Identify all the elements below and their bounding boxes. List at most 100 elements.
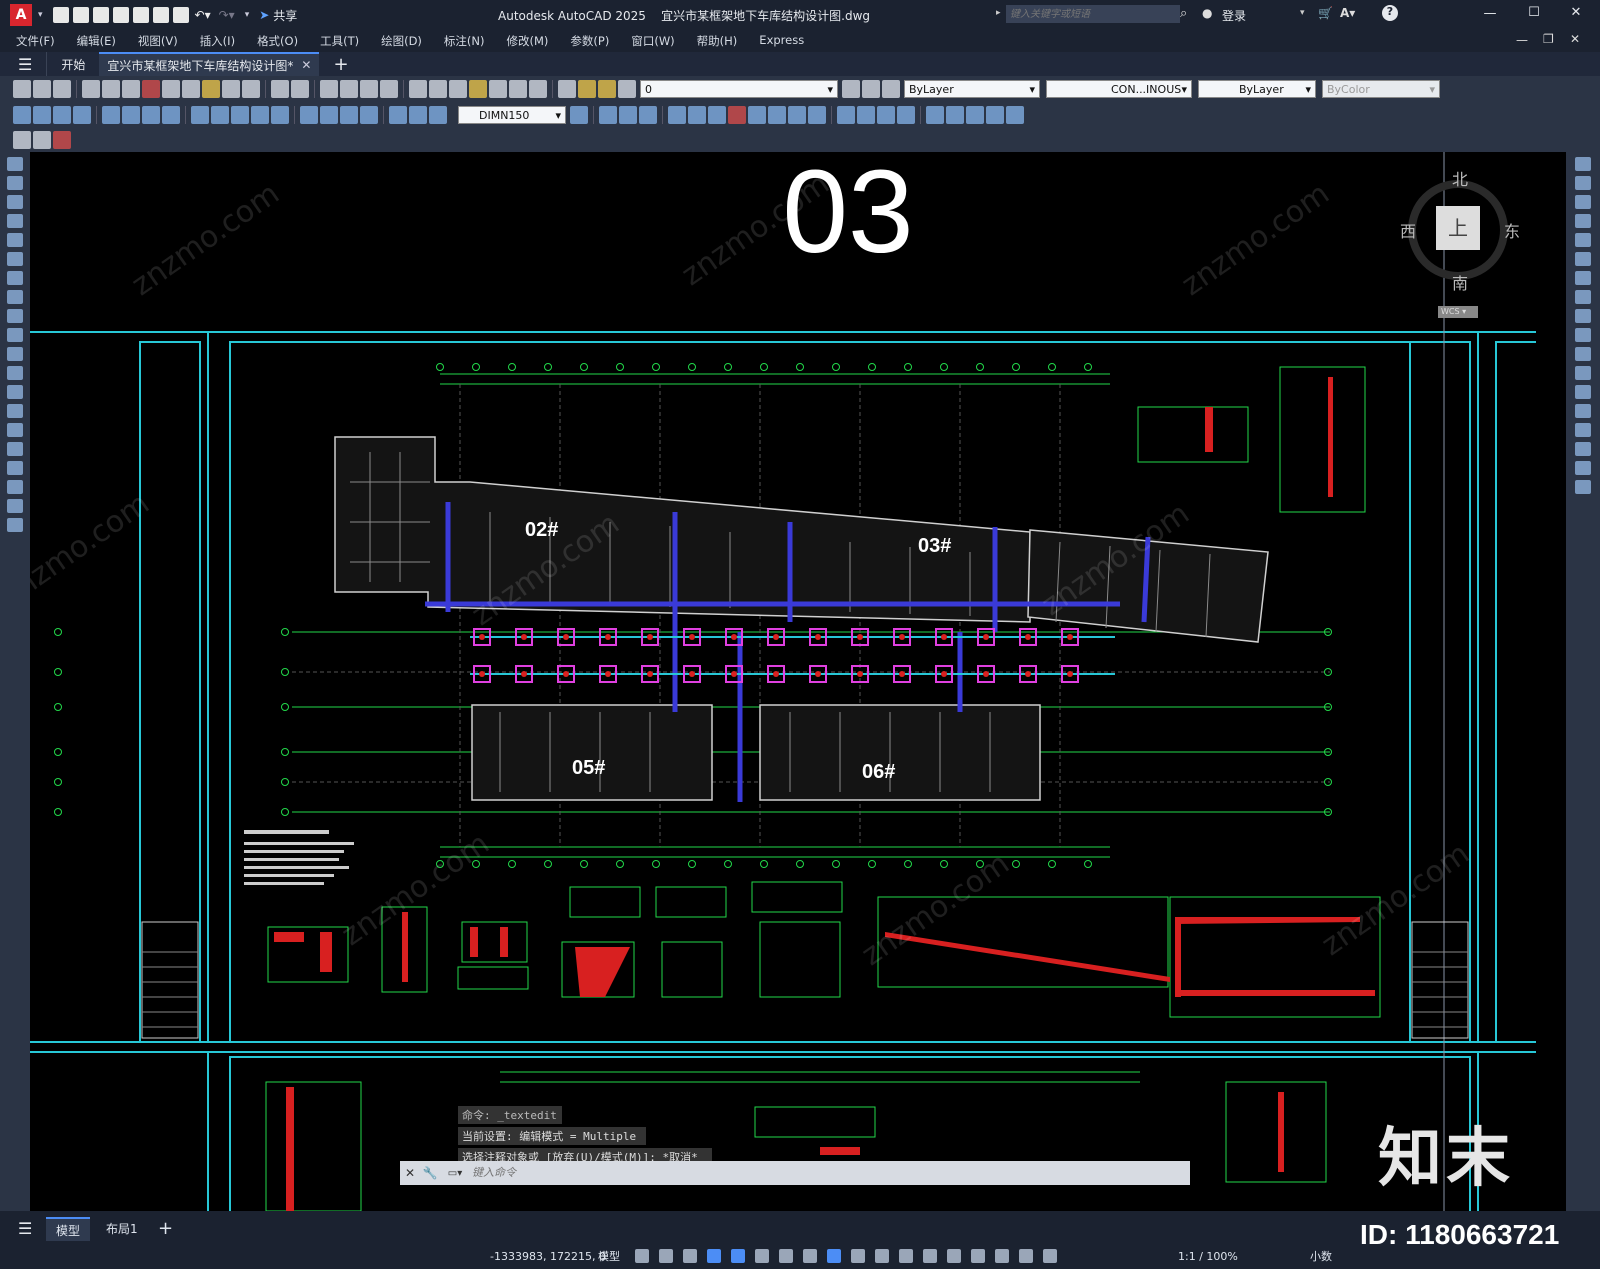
annotation-visibility-toggle-icon[interactable] (1019, 1249, 1033, 1263)
plotstyle-dropdown[interactable]: ByColor ▾ (1322, 80, 1440, 98)
help-tool-icon[interactable] (529, 80, 547, 98)
dim-style-icon[interactable] (570, 106, 588, 124)
hamburger-menu-icon[interactable]: ☰ (18, 55, 32, 74)
command-close-icon[interactable]: ✕ (400, 1166, 420, 1180)
tolerance-icon[interactable] (300, 106, 318, 124)
menu-item[interactable]: 绘图(D) (381, 33, 422, 49)
gizmo-toggle-icon[interactable] (995, 1249, 1009, 1263)
auto-scale-toggle-icon[interactable] (1043, 1249, 1057, 1263)
arc-tool-icon[interactable] (7, 252, 23, 266)
modify-break-icon[interactable] (837, 106, 855, 124)
menu-item[interactable]: 插入(I) (200, 33, 235, 49)
modify-hatch-icon[interactable] (986, 106, 1004, 124)
quick-dim-icon[interactable] (191, 106, 209, 124)
ray-tool-icon[interactable] (7, 176, 23, 190)
modify-copy-icon[interactable] (619, 106, 637, 124)
grid-toggle-icon[interactable] (635, 1249, 649, 1263)
rotate-tool-icon[interactable] (1575, 271, 1591, 285)
dim-angular-icon[interactable] (162, 106, 180, 124)
dim-diameter-icon[interactable] (142, 106, 160, 124)
qnew-icon[interactable] (13, 80, 31, 98)
new-tab-button[interactable]: + (333, 54, 348, 75)
wcs-button[interactable]: WCS ▾ (1438, 306, 1478, 318)
coordinates-readout[interactable]: -1333983, 172215, 0 (490, 1250, 606, 1263)
new-file-icon[interactable] (52, 7, 69, 23)
pdf-export-icon[interactable] (142, 80, 160, 98)
spline-tool-icon[interactable] (7, 309, 23, 323)
plot-icon[interactable] (172, 7, 189, 23)
menu-item[interactable]: 帮助(H) (697, 33, 738, 49)
isodraft-toggle-icon[interactable] (779, 1249, 793, 1263)
dim-space-icon[interactable] (251, 106, 269, 124)
autodesk-app-icon[interactable]: A▾ (1340, 6, 1355, 20)
insert-block-tool-icon[interactable] (7, 366, 23, 380)
redo-tool-icon[interactable] (291, 80, 309, 98)
dim-linear-icon[interactable] (13, 106, 31, 124)
chamfer-tool-icon[interactable] (1575, 423, 1591, 437)
insert-block-icon[interactable] (13, 131, 31, 149)
stretch-tool-icon[interactable] (1575, 309, 1591, 323)
dim-baseline-icon[interactable] (211, 106, 229, 124)
match-prop-icon[interactable] (222, 80, 240, 98)
line-tool-icon[interactable] (7, 157, 23, 171)
save-as-icon[interactable] (112, 7, 129, 23)
cut-icon[interactable] (162, 80, 180, 98)
doc-restore-button[interactable]: ❐ (1543, 32, 1554, 46)
markup-icon[interactable] (489, 80, 507, 98)
tab-active-drawing[interactable]: 宜兴市某框架地下车库结构设计图* ✕ (99, 52, 320, 76)
modify-offset-icon[interactable] (668, 106, 686, 124)
maximize-button[interactable]: ☐ (1514, 5, 1554, 20)
ellipse-tool-icon[interactable] (7, 328, 23, 342)
modify-mirror-icon[interactable] (639, 106, 657, 124)
save-icon[interactable] (92, 7, 109, 23)
add-layout-button[interactable]: + (148, 1217, 183, 1239)
dim-arc-icon[interactable] (53, 106, 71, 124)
add-selected-tool-icon[interactable] (7, 518, 23, 532)
pan-icon[interactable] (320, 80, 338, 98)
menu-item[interactable]: 编辑(E) (77, 33, 116, 49)
menu-item[interactable]: Express (759, 33, 804, 49)
region-tool-icon[interactable] (7, 461, 23, 475)
doc-minimize-button[interactable]: — (1516, 33, 1528, 47)
modify-erase-icon[interactable] (599, 106, 617, 124)
tool-palettes-icon[interactable] (449, 80, 467, 98)
web-save-icon[interactable] (152, 7, 169, 23)
menu-item[interactable]: 窗口(W) (631, 33, 674, 49)
break-point-tool-icon[interactable] (1575, 366, 1591, 380)
modify-scale-icon[interactable] (748, 106, 766, 124)
make-current-icon[interactable] (842, 80, 860, 98)
linetype-dropdown[interactable]: CON...INOUS ▾ (1046, 80, 1192, 98)
layer-properties-icon[interactable] (558, 80, 576, 98)
print-icon[interactable] (82, 80, 100, 98)
mirror-tool-icon[interactable] (1575, 195, 1591, 209)
redo-icon[interactable]: ↷▾ (219, 8, 235, 22)
app-logo[interactable]: A (10, 4, 32, 26)
selection-filter-toggle-icon[interactable] (971, 1249, 985, 1263)
model-space-button[interactable]: 模型 (598, 1248, 620, 1264)
compass-west[interactable]: 西 (1400, 218, 1416, 242)
rectangle-tool-icon[interactable] (7, 233, 23, 247)
viewcube[interactable]: 北 南 西 东 上 WCS ▾ (1400, 164, 1520, 324)
modify-join-icon[interactable] (857, 106, 875, 124)
join-tool-icon[interactable] (1575, 404, 1591, 418)
move-tool-icon[interactable] (1575, 252, 1591, 266)
ortho-toggle-icon[interactable] (731, 1249, 745, 1263)
fillet-tool-icon[interactable] (1575, 442, 1591, 456)
dim-jogged-icon[interactable] (122, 106, 140, 124)
center-mark-icon[interactable] (320, 106, 338, 124)
calculator-icon[interactable] (509, 80, 527, 98)
modify-fillet-icon[interactable] (897, 106, 915, 124)
modify-chamfer-icon[interactable] (877, 106, 895, 124)
customize-chevron-icon[interactable]: ▾ (245, 10, 250, 20)
modify-stretch-icon[interactable] (768, 106, 786, 124)
circle-tool-icon[interactable] (7, 271, 23, 285)
modify-rotate-icon[interactable] (728, 106, 746, 124)
compass-north[interactable]: 北 (1452, 166, 1468, 190)
modify-pedit-icon[interactable] (946, 106, 964, 124)
dynamic-ucs-toggle-icon[interactable] (947, 1249, 961, 1263)
layer-lock-icon[interactable] (618, 80, 636, 98)
lineweight-toggle-icon[interactable] (851, 1249, 865, 1263)
ellipse-arc-tool-icon[interactable] (7, 347, 23, 361)
blend-tool-icon[interactable] (1575, 461, 1591, 475)
copy-tool-icon[interactable] (1575, 176, 1591, 190)
